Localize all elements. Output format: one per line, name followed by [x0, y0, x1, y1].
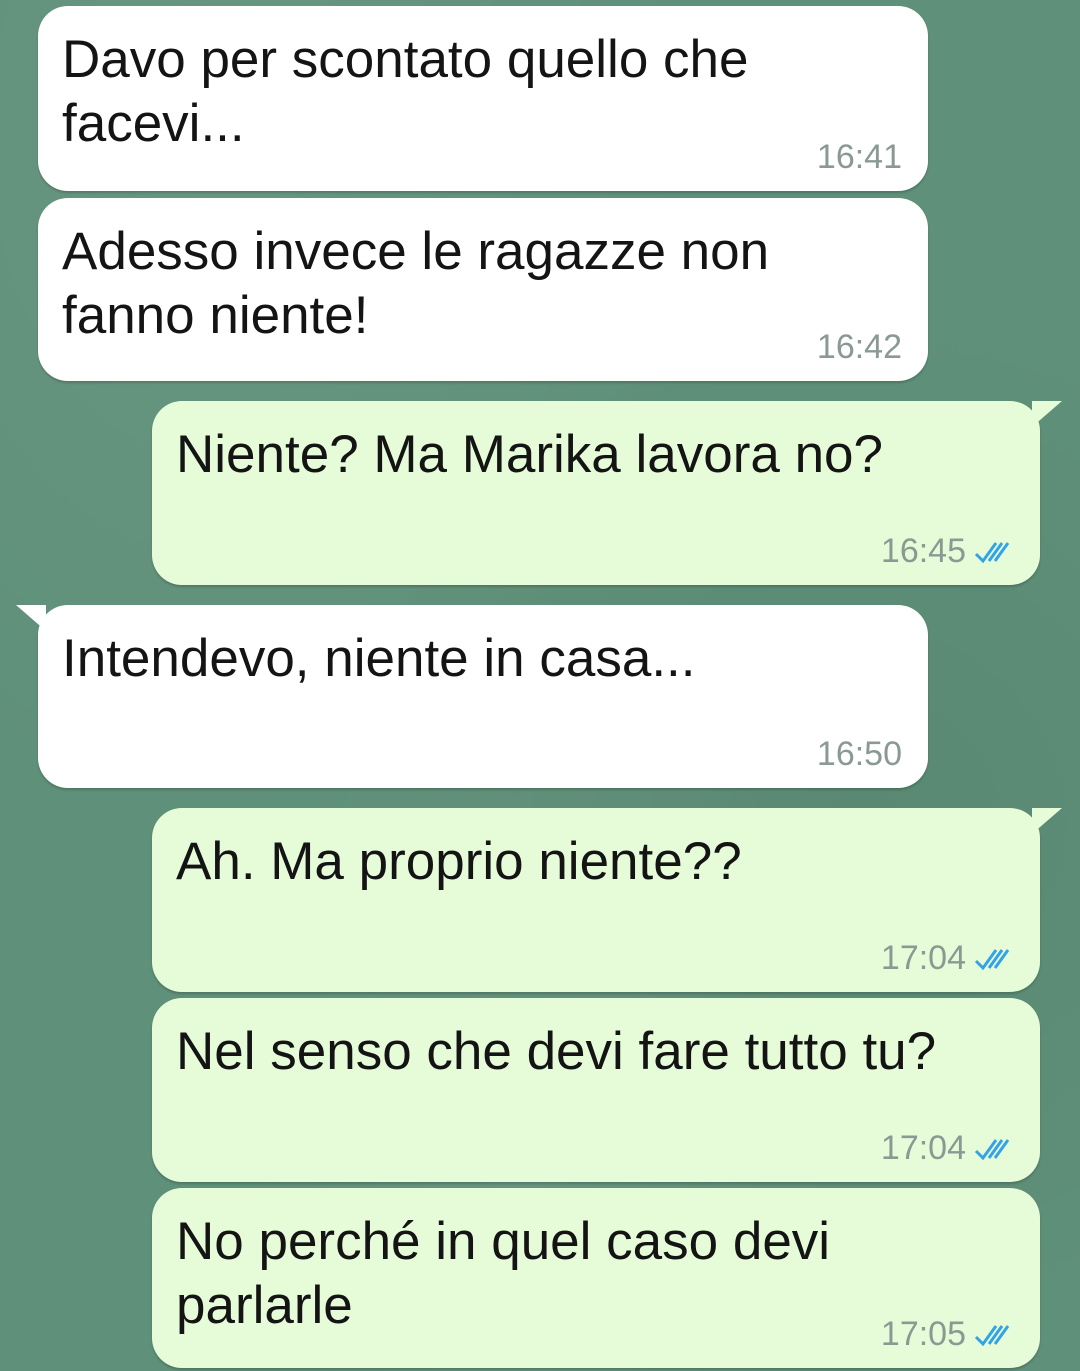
- message-time: 17:05: [880, 1315, 966, 1353]
- message-time: 17:04: [880, 939, 966, 977]
- message-meta: 16:45: [881, 532, 1018, 571]
- message-meta: 17:04: [881, 1129, 1018, 1168]
- bubble-tail: [1032, 401, 1062, 427]
- message-bubble-outgoing[interactable]: Ah. Ma proprio niente?? 17:04: [152, 808, 1062, 992]
- message-bubble-outgoing[interactable]: Niente? Ma Marika lavora no? 16:45: [152, 401, 1062, 585]
- message-text: Nel senso che devi fare tutto tu?: [176, 1022, 937, 1081]
- message-bubble-outgoing[interactable]: No perché in quel caso devi parlarle 17:…: [152, 1188, 1040, 1368]
- message-meta: 16:50: [817, 735, 902, 774]
- chat-area[interactable]: Davo per scontato quello che facevi... 1…: [0, 0, 1080, 1371]
- message-meta: 17:04: [881, 939, 1018, 978]
- double-check-icon: [974, 1138, 1010, 1160]
- message-text: Niente? Ma Marika lavora no?: [176, 425, 884, 484]
- message-text: Davo per scontato quello che facevi...: [62, 30, 749, 153]
- message-time: 16:45: [880, 532, 966, 570]
- message-time: 16:42: [816, 328, 902, 366]
- double-check-icon: [974, 948, 1010, 970]
- message-time: 16:41: [816, 138, 902, 176]
- message-text: Adesso invece le ragazze non fanno nient…: [62, 222, 770, 345]
- message-meta: 16:42: [817, 328, 902, 367]
- message-time: 17:04: [880, 1129, 966, 1167]
- bubble-tail: [1032, 808, 1062, 834]
- message-bubble-incoming[interactable]: Intendevo, niente in casa... 16:50: [16, 605, 928, 788]
- bubble-tail: [16, 605, 46, 631]
- double-check-icon: [974, 1324, 1010, 1346]
- double-check-icon: [974, 541, 1010, 563]
- message-bubble-incoming[interactable]: Davo per scontato quello che facevi... 1…: [38, 6, 928, 191]
- message-meta: 17:05: [881, 1315, 1018, 1354]
- message-bubble-incoming[interactable]: Adesso invece le ragazze non fanno nient…: [38, 198, 928, 381]
- message-text: Ah. Ma proprio niente??: [176, 832, 742, 891]
- message-meta: 16:41: [817, 138, 902, 177]
- message-text: Intendevo, niente in casa...: [62, 629, 696, 688]
- message-bubble-outgoing[interactable]: Nel senso che devi fare tutto tu? 17:04: [152, 998, 1040, 1182]
- message-time: 16:50: [816, 735, 902, 773]
